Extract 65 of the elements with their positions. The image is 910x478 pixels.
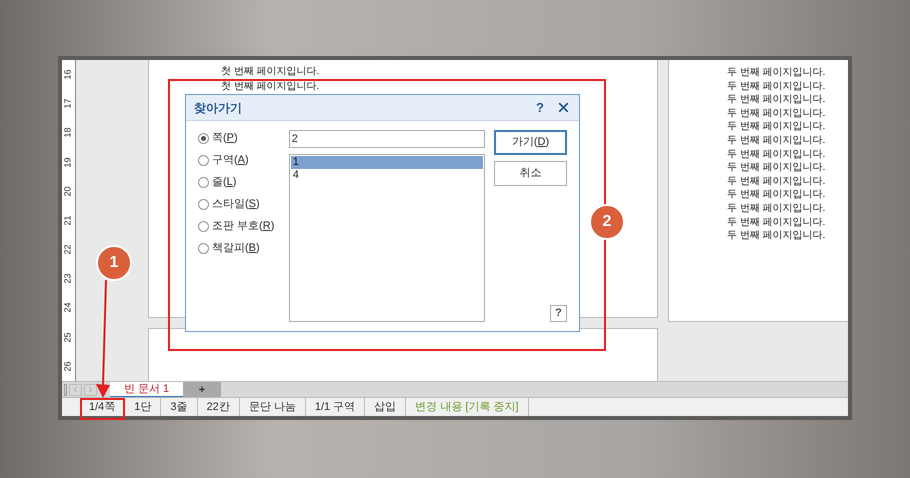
- cancel-button[interactable]: 취소: [494, 161, 567, 186]
- callout-badge: 1: [96, 245, 132, 281]
- page-text: 첫 번째 페이지입니다.: [221, 81, 320, 93]
- ruler-number: 18: [64, 128, 73, 138]
- radio-button[interactable]: [198, 220, 209, 232]
- status-item: 문단 나눔: [240, 398, 306, 416]
- page-text: 두 번째 페이지입니다.: [727, 229, 826, 243]
- radio-option[interactable]: 스타일(S): [198, 196, 289, 212]
- next-tab-button[interactable]: [84, 384, 97, 396]
- ruler-number: 25: [64, 332, 73, 342]
- page-number-field[interactable]: 2: [288, 130, 485, 148]
- page-list[interactable]: 1 4: [288, 154, 485, 322]
- status-item: 1/1 구역: [306, 398, 366, 416]
- annotation-frame: [80, 398, 125, 420]
- ruler-number: 23: [64, 274, 73, 284]
- help-icon-button[interactable]: ?: [550, 305, 567, 322]
- close-button[interactable]: [556, 100, 571, 115]
- list-item[interactable]: 1: [290, 156, 483, 169]
- ruler-number: 24: [64, 302, 73, 313]
- status-item: 22칸: [198, 398, 240, 416]
- radio-button[interactable]: [198, 198, 209, 210]
- radio-option[interactable]: 쪽(P): [198, 130, 289, 146]
- dialog-title: 찾아가기: [194, 100, 242, 116]
- page-text: 두 번째 페이지입니다.: [727, 161, 826, 175]
- chevron-left-icon: [71, 385, 80, 394]
- ruler-number: 16: [64, 70, 73, 80]
- radio-option[interactable]: 줄(L): [198, 174, 289, 190]
- ruler-number: 20: [64, 186, 73, 196]
- tab-bar-grip: [64, 384, 67, 396]
- page-text: 두 번째 페이지입니다.: [727, 202, 826, 216]
- ruler-number: 19: [64, 157, 73, 168]
- radio-button[interactable]: [198, 176, 209, 188]
- radio-option[interactable]: 구역(A): [198, 152, 289, 168]
- previous-tab-button[interactable]: [69, 384, 82, 396]
- page-text: 두 번째 페이지입니다.: [727, 174, 826, 188]
- page-text: 두 번째 페이지입니다.: [727, 80, 826, 94]
- help-button[interactable]: ?: [536, 98, 544, 118]
- page-text: 두 번째 페이지입니다.: [727, 216, 826, 230]
- page-text: 두 번째 페이지입니다.: [727, 188, 826, 202]
- chevron-right-icon: [86, 385, 95, 394]
- list-item[interactable]: 4: [290, 169, 483, 182]
- ruler-number: 21: [64, 215, 73, 226]
- status-item: 1/4쪽: [80, 398, 126, 416]
- radio-option[interactable]: 조판 부호(R): [198, 218, 289, 234]
- ruler-number: 26: [64, 361, 73, 372]
- radio-button[interactable]: [198, 132, 209, 144]
- document-tab[interactable]: 빈 문서 1: [110, 382, 183, 398]
- page-text: 두 번째 페이지입니다.: [727, 134, 826, 148]
- page-text: 두 번째 페이지입니다.: [727, 66, 826, 80]
- go-button[interactable]: 가기(D): [494, 130, 567, 155]
- ruler-number: 22: [64, 244, 73, 255]
- radio-option[interactable]: 책갈피(B): [198, 240, 289, 256]
- status-item: 3줄: [161, 398, 198, 416]
- page-text: 두 번째 페이지입니다.: [727, 93, 826, 107]
- add-tab-button[interactable]: +: [183, 382, 221, 398]
- ruler-number: 17: [64, 98, 73, 109]
- status-item: 변경 내용 [기록 중지]: [406, 398, 528, 416]
- radio-button[interactable]: [198, 242, 209, 254]
- status-item: 1단: [125, 398, 162, 416]
- status-item: 삽입: [365, 398, 406, 416]
- page-text: 두 번째 페이지입니다.: [727, 148, 826, 162]
- radio-button[interactable]: [198, 154, 209, 166]
- page-text: 첫 번째 페이지입니다.: [221, 66, 320, 78]
- page-text: 두 번째 페이지입니다.: [727, 120, 826, 134]
- page-text: 두 번째 페이지입니다.: [727, 106, 826, 120]
